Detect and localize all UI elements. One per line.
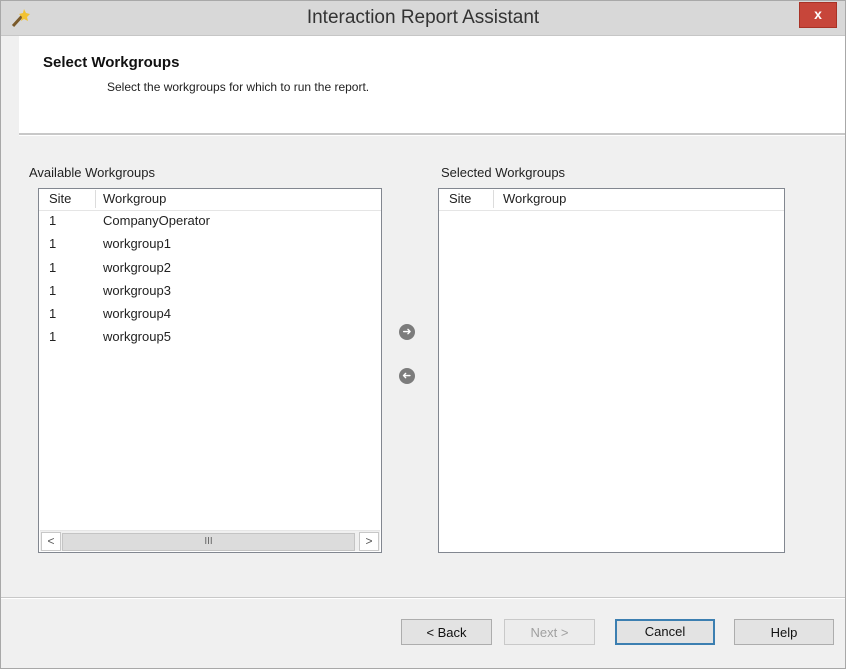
list-item[interactable]: 1 workgroup4	[39, 304, 381, 327]
available-workgroups-list[interactable]: Site Workgroup 1 CompanyOperator 1 workgro…	[38, 188, 382, 553]
page-title: Select Workgroups	[43, 54, 180, 71]
footer-divider-highlight	[1, 598, 845, 599]
column-header-workgroup[interactable]: Workgroup	[503, 191, 566, 206]
back-button[interactable]: < Back	[401, 619, 492, 645]
next-button[interactable]: Next >	[504, 619, 595, 645]
wizard-window: Interaction Report Assistant x Select Wo…	[0, 0, 846, 669]
row-workgroup: workgroup2	[103, 259, 171, 275]
list-item[interactable]: 1 workgroup2	[39, 258, 381, 281]
row-site: 1	[49, 282, 57, 298]
row-site: 1	[49, 259, 57, 275]
selected-workgroups-label: Selected Workgroups	[441, 165, 566, 180]
available-rows: 1 CompanyOperator 1 workgroup1 1 workgroup2…	[39, 211, 381, 351]
cancel-button[interactable]: Cancel	[615, 619, 715, 645]
scroll-right-button[interactable]: >	[359, 532, 379, 551]
close-button[interactable]: x	[799, 2, 837, 28]
title-bar[interactable]: Interaction Report Assistant x	[1, 1, 845, 36]
row-workgroup: workgroup5	[103, 329, 171, 345]
horizontal-scrollbar[interactable]: < III >	[40, 530, 380, 551]
arrow-right-icon: ➜	[402, 326, 412, 338]
header-divider	[19, 133, 845, 136]
remove-workgroup-button[interactable]: ➜	[399, 368, 415, 384]
row-workgroup: workgroup4	[103, 306, 171, 322]
row-site: 1	[49, 329, 57, 345]
column-divider[interactable]	[493, 190, 494, 208]
window-title: Interaction Report Assistant	[306, 7, 540, 28]
row-workgroup: workgroup3	[103, 282, 171, 298]
help-button[interactable]: Help	[734, 619, 834, 645]
list-header: Site Workgroup	[39, 189, 381, 211]
column-divider[interactable]	[95, 190, 96, 208]
column-header-workgroup[interactable]: Workgroup	[103, 191, 166, 206]
list-item[interactable]: 1 workgroup3	[39, 281, 381, 304]
scroll-left-button[interactable]: <	[41, 532, 61, 551]
arrow-left-icon: ➜	[402, 370, 412, 382]
wizard-header: Select Workgroups Select the workgroups …	[19, 36, 845, 133]
column-header-site[interactable]: Site	[49, 191, 71, 206]
row-workgroup: workgroup1	[103, 236, 171, 252]
list-item[interactable]: 1 CompanyOperator	[39, 211, 381, 234]
add-workgroup-button[interactable]: ➜	[399, 324, 415, 340]
column-header-site[interactable]: Site	[449, 191, 471, 206]
row-workgroup: CompanyOperator	[103, 213, 210, 228]
list-item[interactable]: 1 workgroup1	[39, 234, 381, 257]
page-subtitle: Select the workgroups for which to run t…	[107, 80, 370, 94]
row-site: 1	[49, 213, 57, 228]
available-workgroups-label: Available Workgroups	[29, 165, 155, 180]
selected-workgroups-list[interactable]: Site Workgroup	[438, 188, 785, 553]
list-item[interactable]: 1 workgroup5	[39, 327, 381, 350]
list-header: Site Workgroup	[439, 189, 784, 211]
row-site: 1	[49, 236, 57, 252]
scroll-thumb[interactable]: III	[62, 533, 355, 551]
row-site: 1	[49, 306, 57, 322]
